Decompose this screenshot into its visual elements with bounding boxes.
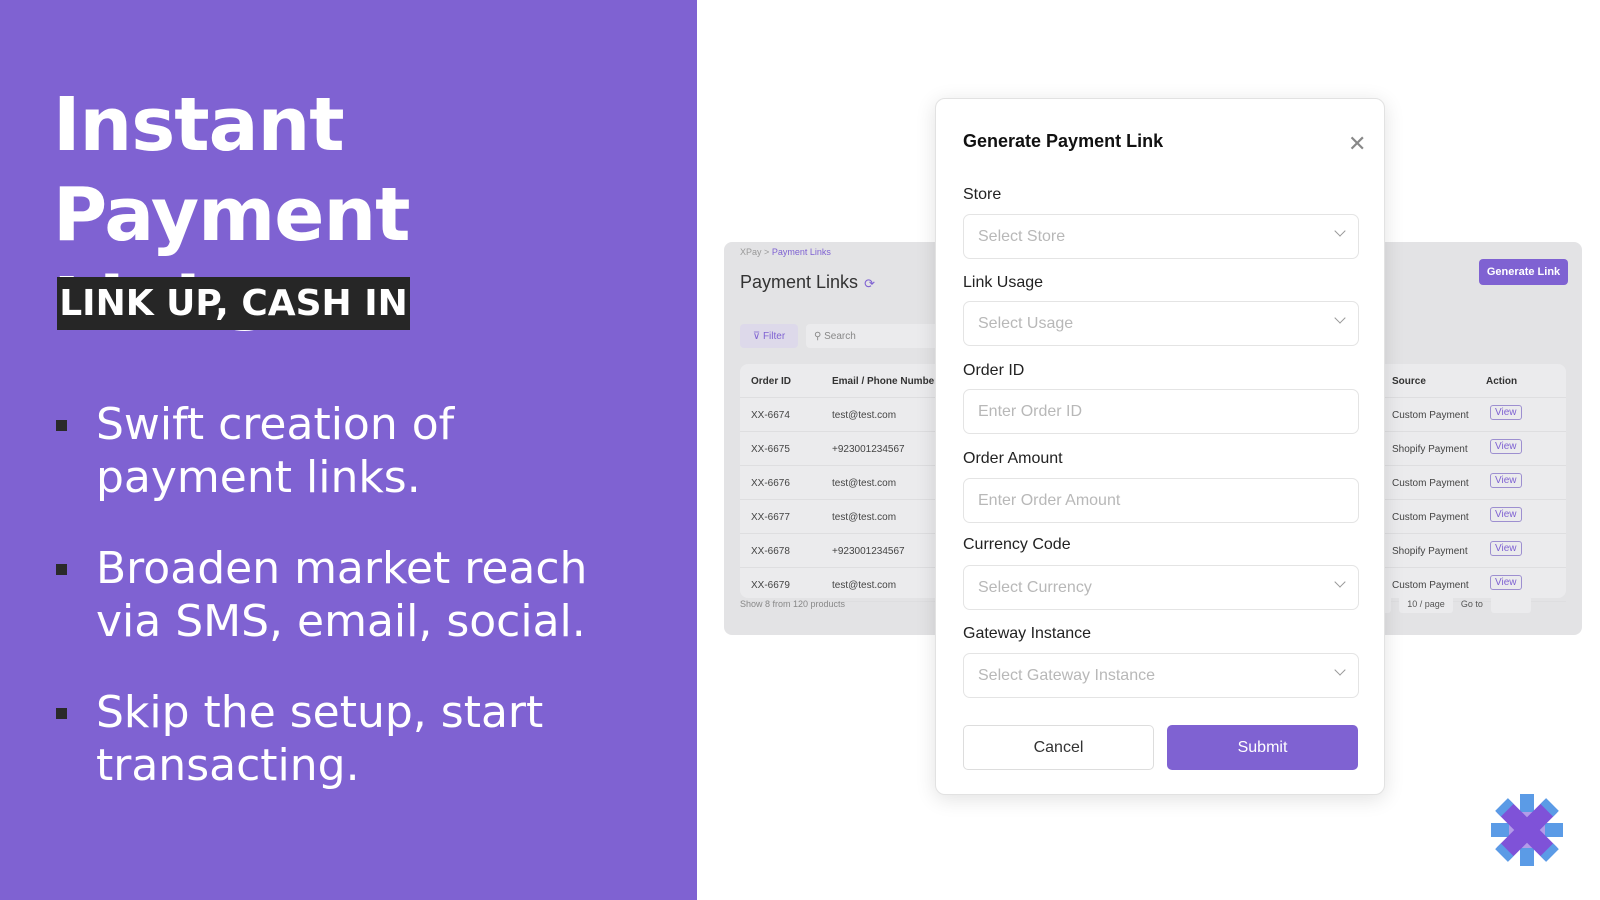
order-id: XX-6677 <box>751 512 790 523</box>
hero-panel: Instant PaymentLinks LINK UP, CASH IN Sw… <box>0 0 697 900</box>
contact: test@test.com <box>832 580 897 591</box>
chevron-down-icon <box>1334 664 1346 676</box>
feature-item: Skip the setup, start transacting. <box>56 686 676 792</box>
field-label: Order ID <box>963 362 1025 379</box>
breadcrumb-current: Payment Links <box>771 247 831 257</box>
source: Custom Payment <box>1392 580 1469 591</box>
view-button[interactable]: View <box>1490 405 1522 420</box>
chevron-down-icon <box>1334 312 1346 324</box>
breadcrumb-root[interactable]: XPay <box>740 247 762 257</box>
contact: test@test.com <box>832 410 897 421</box>
placeholder: Enter Order ID <box>978 402 1083 420</box>
field-label: Store <box>963 186 1002 203</box>
feature-item: Swift creation of payment links. <box>56 398 676 504</box>
view-button[interactable]: View <box>1490 473 1522 488</box>
page-size-select[interactable]: 10 / page <box>1399 595 1453 613</box>
chevron-down-icon <box>1334 576 1346 588</box>
text-input[interactable]: Enter Order Amount <box>963 478 1359 523</box>
field-label: Link Usage <box>963 274 1044 291</box>
select-field[interactable]: Select Gateway Instance <box>963 653 1359 698</box>
field-label: Currency Code <box>963 536 1071 553</box>
view-button[interactable]: View <box>1490 439 1522 454</box>
search-icon: ⚲ <box>814 330 825 342</box>
breadcrumb: XPay > Payment Links <box>740 247 831 257</box>
contact: +923001234567 <box>832 546 905 557</box>
placeholder: Enter Order Amount <box>978 491 1121 509</box>
page-title: Payment Links ⟳ <box>740 272 875 292</box>
view-button[interactable]: View <box>1490 575 1522 590</box>
modal-title: Generate Payment Link <box>963 131 1164 151</box>
placeholder: Select Usage <box>978 314 1074 332</box>
view-button[interactable]: View <box>1490 507 1522 522</box>
bullet-square-icon <box>56 708 67 719</box>
submit-button[interactable]: Submit <box>1167 725 1358 770</box>
bullet-square-icon <box>56 420 67 431</box>
order-id: XX-6678 <box>751 546 790 557</box>
goto-input[interactable] <box>1490 595 1531 613</box>
generate-payment-link-modal: Generate Payment Link ✕ Cancel Submit St… <box>935 98 1385 795</box>
contact: +923001234567 <box>832 444 905 455</box>
source: Custom Payment <box>1392 478 1469 489</box>
filter-icon: ⊽ <box>752 330 763 342</box>
order-id: XX-6676 <box>751 478 790 489</box>
tagline-badge: LINK UP, CASH IN <box>57 277 410 330</box>
refresh-icon[interactable]: ⟳ <box>864 276 875 291</box>
text-input[interactable]: Enter Order ID <box>963 389 1359 434</box>
order-id: XX-6675 <box>751 444 790 455</box>
pagination: > 10 / page Go to <box>1370 595 1531 613</box>
placeholder: Select Store <box>978 227 1066 245</box>
source: Shopify Payment <box>1392 444 1468 455</box>
order-id: XX-6674 <box>751 410 790 421</box>
field-label: Gateway Instance <box>963 625 1092 642</box>
source: Shopify Payment <box>1392 546 1468 557</box>
select-field[interactable]: Select Store <box>963 214 1359 259</box>
select-field[interactable]: Select Usage <box>963 301 1359 346</box>
view-button[interactable]: View <box>1490 541 1522 556</box>
brand-logo <box>1491 794 1563 866</box>
order-id: XX-6679 <box>751 580 790 591</box>
source: Custom Payment <box>1392 410 1469 421</box>
chevron-down-icon <box>1334 225 1346 237</box>
generate-link-button[interactable]: Generate Link <box>1479 259 1568 285</box>
contact: test@test.com <box>832 478 897 489</box>
placeholder: Select Gateway Instance <box>978 666 1155 684</box>
feature-list: Swift creation of payment links. Broaden … <box>56 398 676 830</box>
placeholder: Select Currency <box>978 578 1092 596</box>
select-field[interactable]: Select Currency <box>963 565 1359 610</box>
cancel-button[interactable]: Cancel <box>963 725 1154 770</box>
field-label: Order Amount <box>963 450 1063 467</box>
bullet-square-icon <box>56 564 67 575</box>
source: Custom Payment <box>1392 512 1469 523</box>
close-icon[interactable]: ✕ <box>1348 131 1366 157</box>
filter-button[interactable]: ⊽ Filter <box>740 324 798 348</box>
contact: test@test.com <box>832 512 897 523</box>
results-count: Show 8 from 120 products <box>740 599 846 609</box>
feature-item: Broaden market reach via SMS, email, soci… <box>56 542 676 648</box>
